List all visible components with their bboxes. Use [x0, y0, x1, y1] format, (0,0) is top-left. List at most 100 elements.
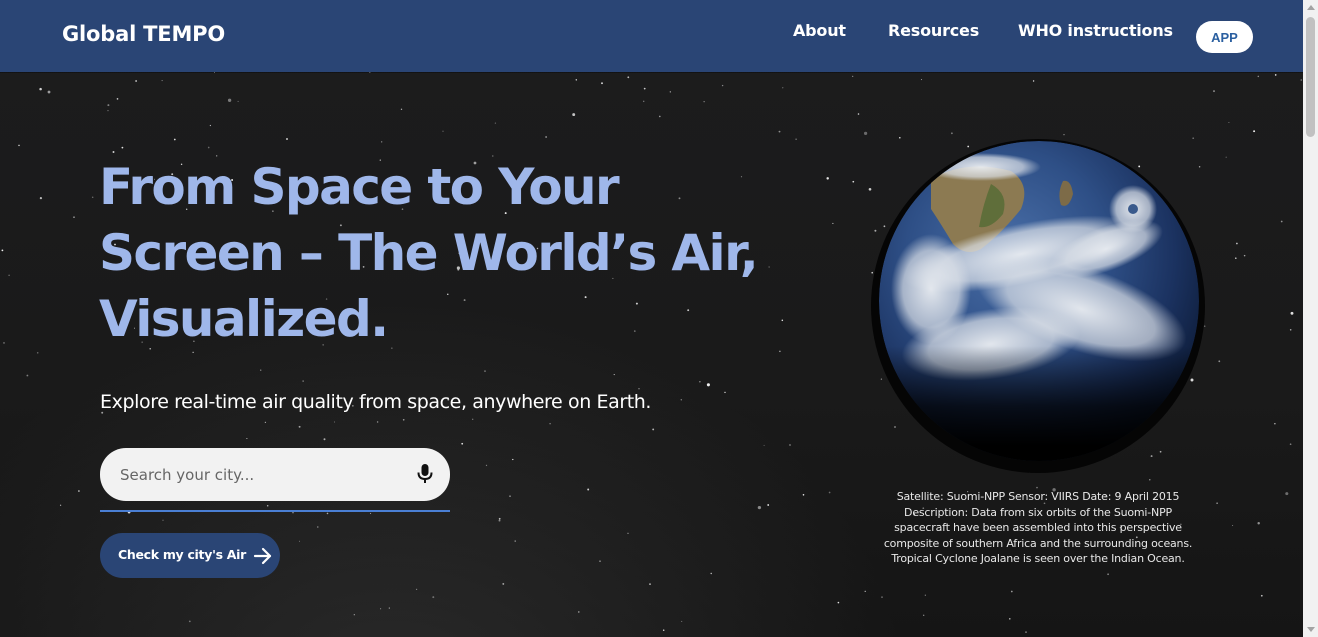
star [188, 620, 191, 623]
search-underline [100, 510, 450, 512]
star [266, 505, 269, 507]
star [1216, 502, 1218, 504]
star [779, 350, 781, 353]
microphone-icon[interactable] [416, 463, 434, 485]
star [1257, 75, 1260, 78]
star [415, 588, 418, 591]
star [852, 180, 855, 183]
star [135, 80, 137, 82]
star [763, 444, 765, 446]
star [643, 87, 646, 90]
star [767, 504, 770, 506]
star [951, 132, 953, 135]
star [112, 151, 115, 153]
star [162, 519, 164, 521]
star [649, 583, 651, 585]
star [613, 374, 615, 376]
star [601, 82, 603, 85]
star [681, 620, 683, 622]
star [1243, 254, 1246, 257]
star [669, 91, 671, 93]
nav-link-who-instructions[interactable]: WHO instructions [1018, 21, 1173, 40]
star [549, 422, 551, 425]
star [381, 141, 383, 143]
city-search-input[interactable] [120, 448, 400, 501]
star [706, 383, 710, 387]
nav-link-about[interactable]: About [793, 21, 846, 40]
star [353, 614, 355, 616]
scrollbar-thumb[interactable] [1306, 17, 1315, 137]
star [1260, 594, 1263, 597]
star [326, 512, 329, 515]
hero-title-line: From Space to Your [99, 158, 620, 216]
app-button[interactable]: APP [1196, 21, 1253, 53]
star [8, 274, 10, 277]
star [298, 540, 301, 542]
star [432, 596, 435, 599]
star [1285, 492, 1289, 496]
star [857, 113, 860, 115]
earth-globe-image [871, 139, 1205, 473]
star [485, 464, 488, 467]
vertical-scrollbar[interactable] [1303, 0, 1318, 637]
star [317, 526, 319, 528]
star [1032, 80, 1035, 82]
star [1280, 220, 1283, 223]
star [121, 146, 124, 149]
star [3, 342, 5, 344]
hero-title: From Space to Your Screen – The World’s … [99, 154, 779, 352]
star [587, 488, 590, 491]
star [18, 144, 20, 147]
star [209, 124, 212, 127]
star [837, 601, 840, 604]
star [227, 98, 232, 102]
star [1235, 257, 1237, 259]
star [881, 596, 883, 598]
star [472, 418, 474, 420]
star [1257, 522, 1260, 525]
star [1225, 156, 1227, 158]
star [699, 381, 701, 383]
nav-link-resources[interactable]: Resources [888, 21, 979, 40]
star [333, 421, 336, 423]
star [298, 425, 301, 428]
star [627, 532, 629, 534]
star [442, 130, 444, 132]
globe-caption: Satellite: Suomi-NPP Sensor: VIIRS Date:… [866, 489, 1210, 567]
star [1063, 134, 1065, 136]
star [400, 108, 403, 110]
search-box [100, 448, 450, 501]
star [1290, 311, 1294, 315]
star [782, 87, 784, 89]
star [370, 512, 372, 514]
star [802, 494, 805, 496]
star [852, 75, 854, 77]
star [627, 76, 630, 79]
star [795, 138, 797, 141]
hero-title-line: Screen – The World’s Air, [99, 224, 759, 282]
star [161, 80, 163, 82]
star [47, 90, 51, 94]
caption-line: Description: Data from six orbits of the… [904, 505, 1172, 519]
star [1274, 423, 1276, 425]
star [721, 84, 724, 87]
star [260, 369, 262, 371]
star [781, 319, 784, 322]
star [1, 249, 4, 252]
star [1289, 443, 1292, 446]
scroll-down-arrow-icon[interactable] [1307, 627, 1315, 632]
star [376, 421, 379, 423]
scroll-up-arrow-icon[interactable] [1307, 5, 1315, 10]
star [39, 197, 43, 200]
star [237, 100, 239, 102]
brand-logo-text[interactable]: Global TEMPO [62, 22, 225, 46]
star [710, 572, 712, 575]
star [1025, 631, 1027, 633]
caption-line: Satellite: Suomi-NPP Sensor: VIIRS Date:… [896, 490, 1180, 503]
check-city-air-button[interactable]: Check my city's Air [100, 533, 280, 578]
star [73, 216, 75, 218]
star [484, 370, 486, 372]
star [402, 418, 405, 421]
star [724, 391, 726, 394]
star [1107, 573, 1109, 576]
